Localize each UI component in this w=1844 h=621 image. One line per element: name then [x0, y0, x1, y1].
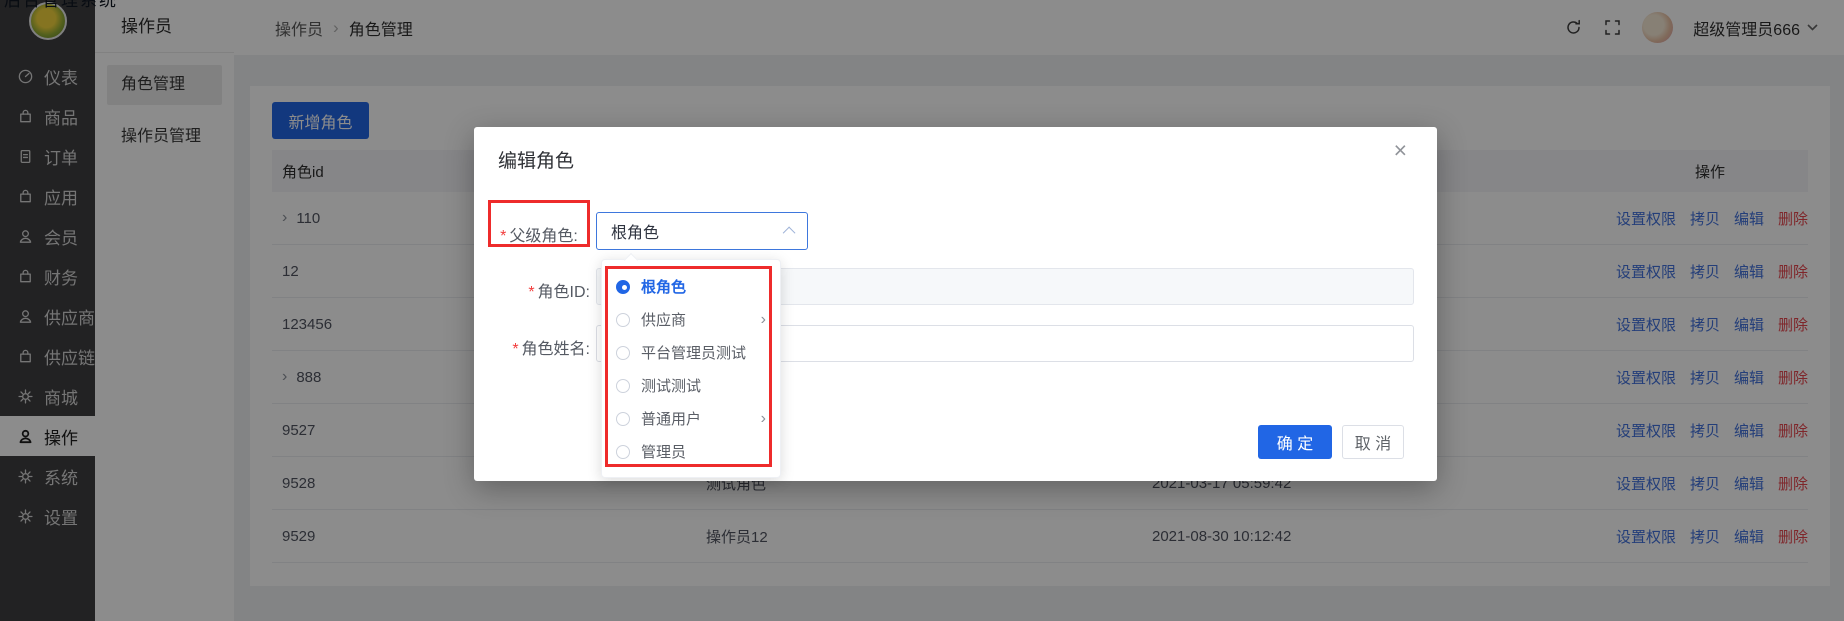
- option-label: 普通用户: [641, 408, 701, 429]
- dropdown-option-test-test[interactable]: 测试测试: [602, 369, 780, 402]
- option-label: 平台管理员测试: [641, 342, 746, 363]
- radio-selected-icon: [616, 280, 630, 294]
- required-asterisk: *: [512, 341, 518, 358]
- option-label: 供应商: [641, 309, 686, 330]
- radio-icon: [616, 346, 630, 360]
- parent-role-select-value: 根角色: [611, 219, 659, 243]
- dropdown-option-platform-admin-test[interactable]: 平台管理员测试: [602, 336, 780, 369]
- dropdown-option-admin[interactable]: 管理员: [602, 435, 780, 468]
- chevron-up-icon: [783, 226, 796, 239]
- role-id-label: *角色ID:: [474, 278, 590, 302]
- chevron-right-icon: ›: [761, 311, 766, 329]
- dropdown-option-root-role[interactable]: 根角色: [602, 270, 780, 303]
- option-label: 测试测试: [641, 375, 701, 396]
- radio-icon: [616, 445, 630, 459]
- option-label: 根角色: [641, 276, 686, 297]
- radio-icon: [616, 412, 630, 426]
- parent-role-dropdown: 根角色 供应商 › 平台管理员测试 测试测试 普通用户 › 管理员: [601, 259, 781, 478]
- parent-role-label: *父级角色:: [488, 222, 590, 246]
- close-icon[interactable]: ×: [1394, 139, 1407, 162]
- radio-icon: [616, 313, 630, 327]
- confirm-button[interactable]: 确 定: [1258, 425, 1332, 459]
- parent-role-select[interactable]: 根角色: [596, 212, 808, 250]
- dropdown-option-supplier[interactable]: 供应商 ›: [602, 303, 780, 336]
- option-label: 管理员: [641, 441, 686, 462]
- chevron-right-icon: ›: [761, 410, 766, 428]
- required-asterisk: *: [528, 284, 534, 301]
- radio-icon: [616, 379, 630, 393]
- required-asterisk: *: [500, 228, 506, 245]
- dropdown-option-normal-user[interactable]: 普通用户 ›: [602, 402, 780, 435]
- modal-title: 编辑角色: [498, 146, 574, 173]
- role-name-label: *角色姓名:: [474, 335, 590, 359]
- cancel-button[interactable]: 取 消: [1342, 425, 1404, 459]
